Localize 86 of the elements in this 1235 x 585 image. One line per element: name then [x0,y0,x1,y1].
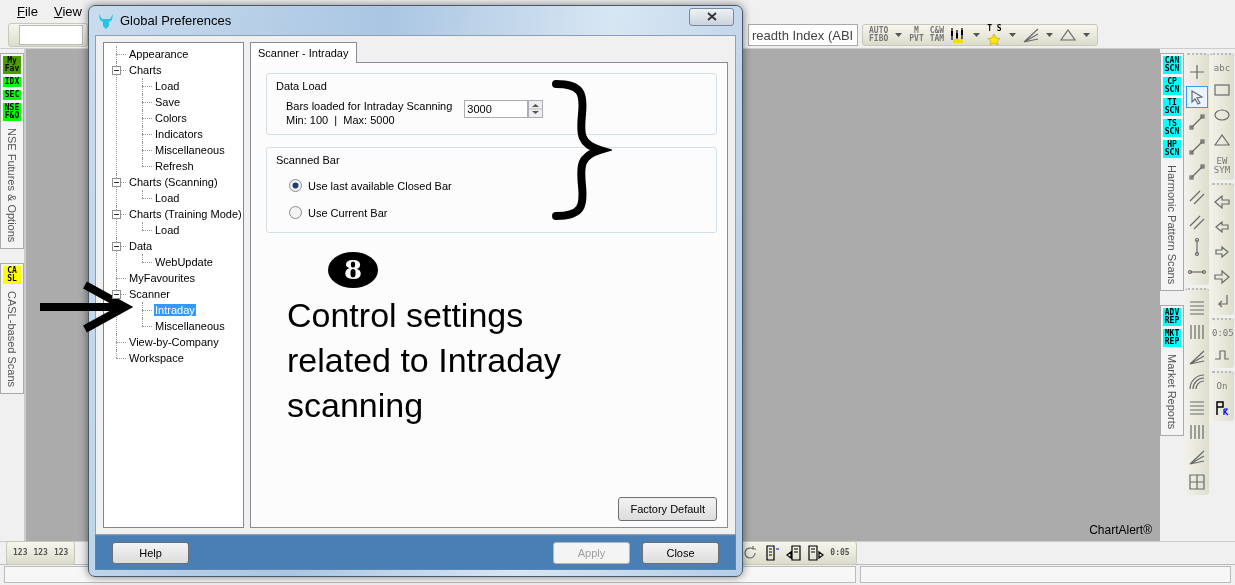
tree-item[interactable]: Load [154,224,181,236]
index-combo-box[interactable]: readth Index (ABI [748,24,858,46]
tree-item[interactable]: Appearance [128,48,190,60]
tool-button[interactable]: 123 [31,549,50,557]
scan-badge[interactable]: CP SCN [1163,77,1181,95]
menu-item[interactable]: View [53,3,82,19]
tree-item[interactable]: Colors [154,112,188,124]
scan-badge[interactable]: IDX [3,77,21,87]
tree-item[interactable]: Charts (Scanning) [128,176,219,188]
tree-item[interactable]: Charts (Training Mode) [128,208,243,220]
tree-item[interactable]: Miscellaneous [154,320,226,332]
factory-default-button[interactable]: Factory Default [618,497,717,521]
dialog-button[interactable]: Help [112,541,189,564]
scan-badge[interactable]: TS SCN [1163,119,1181,137]
tool-button[interactable]: 123 [51,549,71,557]
tree-item[interactable]: Charts [128,64,163,76]
star-tool-button[interactable]: T S [985,25,1004,45]
collapse-icon[interactable] [112,66,121,75]
star-icon [987,34,1002,45]
collapse-icon[interactable] [112,210,121,219]
tree-item[interactable]: Workspace [128,352,185,364]
side-tab-title[interactable]: CASL-based Scans [6,287,18,392]
toolbar-input-field[interactable] [19,25,83,45]
scan-badge[interactable]: CA SL [3,266,21,285]
tree-item[interactable]: WebUpdate [154,256,214,268]
tree-item[interactable]: Data [128,240,154,252]
annotation-note: Control settings related to Intraday scanning [287,295,563,426]
line-tool-icon[interactable] [1186,111,1208,133]
side-tab-title[interactable]: NSE Futures & Options [6,124,18,247]
tool-button[interactable]: 0:05 [828,549,852,557]
tree-item[interactable]: Save [154,96,182,108]
scan-badge[interactable]: CAN SCN [1163,56,1181,74]
tree-item[interactable]: Scanner [128,288,171,300]
caret-icon[interactable] [1008,32,1016,38]
radio-label[interactable]: Use Current Bar [308,206,388,219]
tool-button[interactable]: 123 [11,549,30,557]
menu-item[interactable]: File [17,3,38,19]
grid-icon[interactable] [1186,471,1208,493]
scan-badge[interactable]: SEC [3,90,21,100]
collapse-icon[interactable] [112,242,121,251]
window-title: Global Preferences [120,13,233,28]
tool-button[interactable]: C&W TAM [927,27,947,43]
cursor-icon[interactable] [1186,86,1208,108]
tool-button[interactable]: AUTO FIBO [867,27,891,43]
group-title: Scanned Bar [276,154,341,166]
tool-button[interactable]: 0:05 [1211,326,1233,341]
radio-button[interactable] [289,206,302,219]
close-button[interactable] [689,7,734,26]
scan-badge[interactable]: NSE F&O [3,103,21,121]
spinner-icon[interactable] [528,100,544,118]
caret-icon[interactable] [1082,32,1090,38]
tree-item[interactable]: Indicators [154,128,204,140]
settings-tab[interactable]: Scanner - Intraday [250,42,357,63]
brand-text: ChartAlert® [1089,523,1152,537]
radio-label[interactable]: Use last available Closed Bar [308,179,452,192]
caret-icon[interactable] [1045,32,1053,38]
side-tab-title[interactable]: Market Reports [1166,350,1178,434]
bars-spin-field[interactable]: 3000 [464,100,529,118]
side-tab-title[interactable]: Harmonic Pattern Scans [1166,161,1178,289]
line-tool-icon[interactable] [1186,136,1208,158]
tree-item[interactable]: MyFavourites [128,272,197,284]
tree-item[interactable]: Miscellaneous [154,144,226,156]
field-label: Bars loaded for Intraday Scanning [286,100,453,114]
close-icon [706,12,717,21]
tree-item[interactable]: Refresh [154,160,195,172]
scan-badge[interactable]: ADV REP [1163,308,1181,327]
scan-badge[interactable]: HP SCN [1163,140,1181,158]
tool-button[interactable]: EW SYM [1211,154,1233,178]
dialog-button[interactable]: Close [642,541,719,564]
radio-button[interactable] [289,179,302,192]
range-hint: Min: 100 | Max: 5000 [285,114,396,126]
group-title: Data Load [276,80,328,92]
scan-badge[interactable]: MKT REP [1163,329,1181,348]
collapse-icon[interactable] [112,290,121,299]
tool-button[interactable]: abc [1211,61,1233,76]
tree-item[interactable]: Load [154,192,181,204]
line-tool-icon[interactable] [1186,161,1208,183]
caret-icon[interactable] [973,32,981,38]
tool-button[interactable]: On [1211,379,1233,394]
scan-badge[interactable]: My Fav [3,56,21,74]
caret-icon[interactable] [895,32,903,38]
scan-badge[interactable]: TI SCN [1163,98,1181,116]
tree-item[interactable]: Load [154,80,181,92]
tree-item[interactable]: View-by-Company [128,336,220,348]
collapse-icon[interactable] [112,178,121,187]
tool-button[interactable]: M PVT [907,27,926,43]
